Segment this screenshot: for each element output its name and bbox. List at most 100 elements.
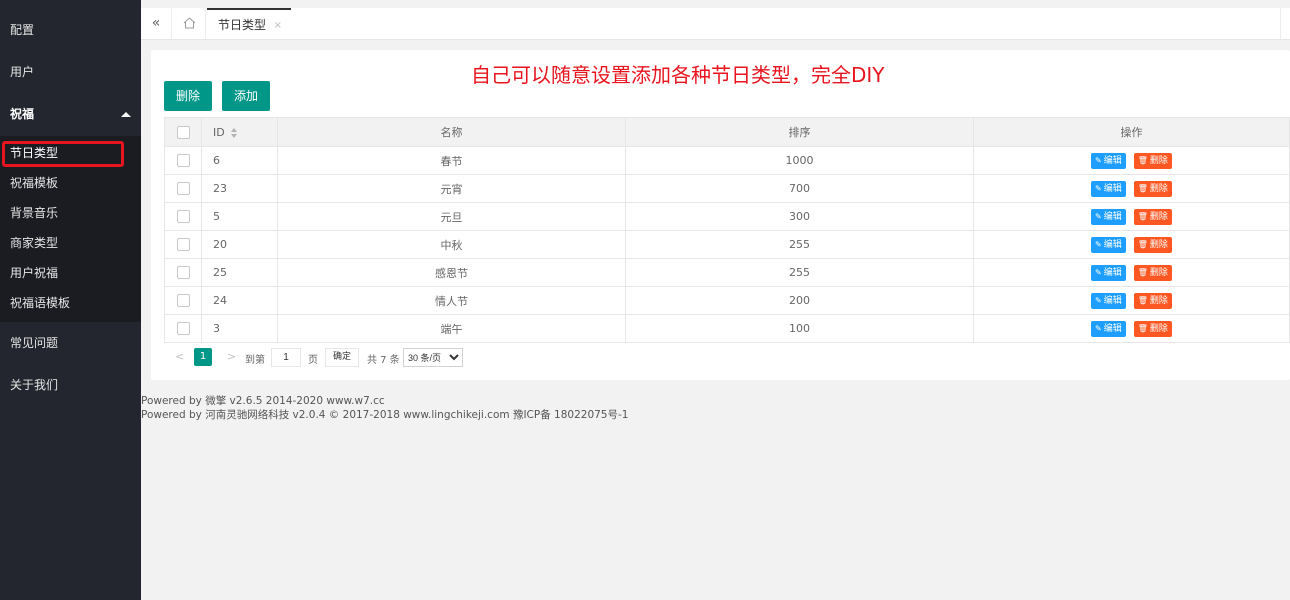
sidebar-item-label: 配置 [10, 23, 35, 37]
sidebar-item-users[interactable]: 用户 [0, 51, 141, 93]
cell-sort: 300 [625, 202, 974, 231]
page-size-select[interactable]: 30 条/页 [403, 348, 463, 367]
trash-icon: 🗑 [1137, 267, 1148, 277]
tab-festival-types[interactable]: 节日类型 × [207, 8, 291, 39]
sidebar-subitem-background-music[interactable]: 背景音乐 [0, 198, 141, 228]
sidebar-subitem-merchant-types[interactable]: 商家类型 [0, 228, 141, 258]
prev-page-icon[interactable]: < [175, 350, 184, 363]
trash-icon: 🗑 [1137, 295, 1148, 305]
add-button[interactable]: 添加 [222, 81, 271, 111]
row-select-cell [164, 314, 202, 343]
edit-label: 编辑 [1103, 239, 1122, 250]
row-delete-button[interactable]: 🗑 删除 [1133, 236, 1172, 253]
cell-sort: 255 [625, 230, 974, 259]
delete-label: 删除 [1149, 155, 1168, 166]
row-checkbox[interactable] [176, 154, 190, 168]
header-name: 名称 [277, 117, 626, 147]
footer-line-2: Powered by 河南灵驰网络科技 v2.0.4 © 2017-2018 w… [141, 409, 629, 421]
cell-ops: ✎ 编辑 🗑 删除 [973, 314, 1290, 343]
sidebar-item-config[interactable]: 配置 [0, 9, 141, 51]
row-checkbox[interactable] [176, 210, 190, 224]
delete-button[interactable]: 删除 [164, 81, 213, 111]
home-tab[interactable] [172, 8, 206, 39]
close-icon[interactable]: × [274, 10, 282, 41]
sidebar-item-label: 常见问题 [10, 336, 59, 350]
total-count: 共 7 条 [367, 355, 400, 366]
cell-ops: ✎ 编辑 🗑 删除 [973, 146, 1290, 175]
sidebar-subitem-user-blessings[interactable]: 用户祝福 [0, 258, 141, 288]
home-icon [183, 17, 196, 29]
edit-button[interactable]: ✎ 编辑 [1091, 180, 1126, 197]
tab-bar: « 节日类型 × [141, 8, 1290, 40]
row-delete-button[interactable]: 🗑 删除 [1133, 152, 1172, 169]
pencil-icon: ✎ [1095, 239, 1102, 249]
tab-scroll-right[interactable] [1280, 8, 1290, 39]
row-select-cell [164, 258, 202, 287]
row-checkbox[interactable] [176, 238, 190, 252]
sort-icon[interactable] [230, 127, 238, 138]
row-delete-button[interactable]: 🗑 删除 [1133, 208, 1172, 225]
delete-label: 删除 [1149, 183, 1168, 194]
sidebar-item-blessing[interactable]: 祝福 [0, 93, 141, 135]
cell-name: 元宵 [277, 174, 626, 203]
row-delete-button[interactable]: 🗑 删除 [1133, 180, 1172, 197]
pencil-icon: ✎ [1095, 211, 1102, 221]
table-row: 3 端午 100 ✎ 编辑 🗑 删除 [164, 314, 1290, 343]
cell-ops: ✎ 编辑 🗑 删除 [973, 230, 1290, 259]
row-delete-button[interactable]: 🗑 删除 [1133, 320, 1172, 337]
row-checkbox[interactable] [176, 322, 190, 336]
table-row: 25 感恩节 255 ✎ 编辑 🗑 删除 [164, 258, 1290, 287]
table-header-row: ID 名称 排序 操作 [164, 117, 1290, 147]
sidebar-subitem-label: 祝福语模板 [10, 296, 71, 310]
row-select-cell [164, 202, 202, 231]
edit-button[interactable]: ✎ 编辑 [1091, 152, 1126, 169]
select-all-checkbox[interactable] [176, 125, 190, 139]
sidebar-item-about[interactable]: 关于我们 [0, 364, 141, 406]
sidebar-subitem-label: 用户祝福 [10, 266, 59, 280]
page-current[interactable]: 1 [194, 348, 212, 366]
trash-icon: 🗑 [1137, 211, 1148, 221]
header-select-all [164, 117, 202, 147]
edit-button[interactable]: ✎ 编辑 [1091, 236, 1126, 253]
header-ops: 操作 [973, 117, 1290, 147]
row-select-cell [164, 174, 202, 203]
collapse-sidebar-icon[interactable]: « [141, 8, 172, 39]
row-checkbox[interactable] [176, 266, 190, 280]
row-delete-button[interactable]: 🗑 删除 [1133, 292, 1172, 309]
pencil-icon: ✎ [1095, 267, 1102, 277]
edit-button[interactable]: ✎ 编辑 [1091, 320, 1126, 337]
delete-label: 删除 [1149, 323, 1168, 334]
header-id-label: ID [213, 125, 225, 139]
pagination: < 1 > 到第 页 确定 共 7 条 30 条/页 [164, 344, 564, 370]
row-checkbox[interactable] [176, 294, 190, 308]
cell-id: 5 [201, 202, 278, 231]
page-number-input[interactable] [271, 348, 301, 367]
row-delete-button[interactable]: 🗑 删除 [1133, 264, 1172, 281]
header-id[interactable]: ID [201, 117, 278, 147]
trash-icon: 🗑 [1137, 183, 1148, 193]
sidebar-subitem-blessing-phrase-templates[interactable]: 祝福语模板 [0, 288, 141, 318]
sidebar-item-faq[interactable]: 常见问题 [0, 322, 141, 364]
sidebar-item-label: 祝福 [10, 107, 35, 121]
edit-button[interactable]: ✎ 编辑 [1091, 292, 1126, 309]
table-body: 6 春节 1000 ✎ 编辑 🗑 删除 23 元宵 700 ✎ 编辑 🗑 删除 5 元旦 300 ✎ 编辑 🗑 删除 20… [164, 146, 1290, 343]
trash-icon: 🗑 [1137, 323, 1148, 333]
next-page-icon[interactable]: > [227, 350, 236, 363]
sidebar-subitem-blessing-templates[interactable]: 祝福模板 [0, 168, 141, 198]
goto-label: 到第 [245, 355, 265, 366]
edit-button[interactable]: ✎ 编辑 [1091, 208, 1126, 225]
cell-id: 6 [201, 146, 278, 175]
annotation-text: 自己可以随意设置添加各种节日类型，完全DIY [471, 63, 885, 87]
cell-ops: ✎ 编辑 🗑 删除 [973, 286, 1290, 315]
table-row: 20 中秋 255 ✎ 编辑 🗑 删除 [164, 230, 1290, 259]
cell-name: 端午 [277, 314, 626, 343]
cell-ops: ✎ 编辑 🗑 删除 [973, 174, 1290, 203]
cell-name: 情人节 [277, 286, 626, 315]
row-checkbox[interactable] [176, 182, 190, 196]
page-unit-label: 页 [308, 355, 318, 366]
edit-label: 编辑 [1103, 295, 1122, 306]
caret-up-icon [121, 112, 131, 117]
confirm-button[interactable]: 确定 [325, 348, 359, 367]
edit-button[interactable]: ✎ 编辑 [1091, 264, 1126, 281]
delete-label: 删除 [1149, 267, 1168, 278]
